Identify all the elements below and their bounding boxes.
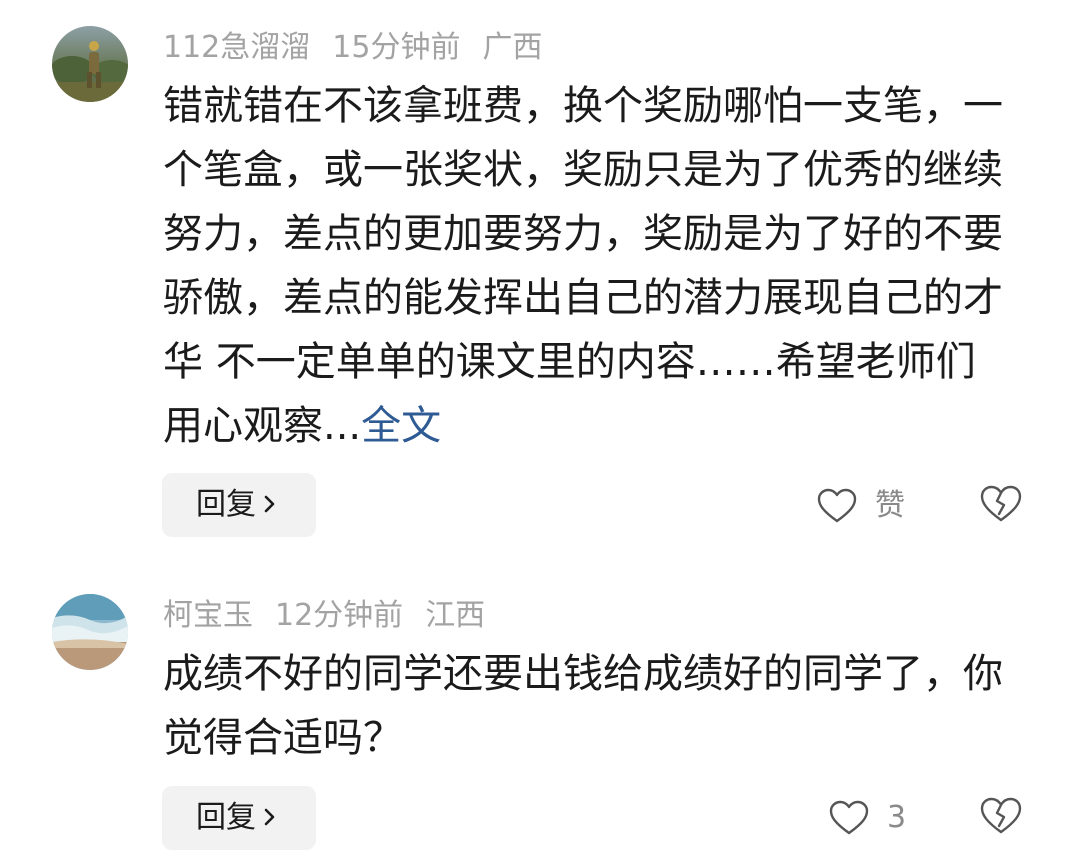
reply-label: 回复 bbox=[196, 800, 256, 835]
expand-full-text-link[interactable]: 全文 bbox=[361, 403, 441, 449]
comment-meta: 柯宝玉 12分钟前 江西 bbox=[163, 596, 507, 636]
broken-heart-icon bbox=[980, 485, 1022, 522]
comment-item: 柯宝玉 12分钟前 江西 成绩不好的同学还要出钱给成绩好的同学了，你觉得合适吗？ 回… bbox=[0, 570, 1080, 861]
avatar-image bbox=[52, 594, 128, 670]
like-button[interactable]: 3 bbox=[829, 796, 906, 840]
location: 广西 bbox=[482, 30, 543, 65]
comment-meta: 112急溜溜 15分钟前 广西 bbox=[163, 28, 564, 68]
reply-label: 回复 bbox=[196, 487, 256, 522]
reply-button[interactable]: 回复 bbox=[162, 786, 316, 850]
dislike-button[interactable] bbox=[979, 484, 1023, 528]
avatar-image bbox=[52, 26, 128, 102]
reply-button[interactable]: 回复 bbox=[162, 473, 316, 537]
location: 江西 bbox=[425, 598, 486, 633]
comment-item: 112急溜溜 15分钟前 广西 错就错在不该拿班费，换个奖励哪怕一支笔，一个笔盒，或… bbox=[0, 0, 1080, 560]
comment-body: 错就错在不该拿班费，换个奖励哪怕一支笔，一个笔盒，或一张奖状，奖励只是为了优秀的… bbox=[163, 83, 1003, 449]
heart-outline-icon bbox=[817, 488, 857, 523]
heart-outline-icon bbox=[829, 800, 869, 835]
like-button[interactable]: 赞 bbox=[817, 484, 905, 528]
timestamp: 12分钟前 bbox=[275, 598, 404, 633]
timestamp: 15分钟前 bbox=[332, 30, 461, 65]
username[interactable]: 柯宝玉 bbox=[163, 598, 253, 633]
chevron-right-icon bbox=[264, 495, 275, 512]
like-label: 赞 bbox=[875, 488, 905, 523]
avatar[interactable] bbox=[52, 26, 128, 102]
dislike-button[interactable] bbox=[979, 796, 1023, 840]
username[interactable]: 112急溜溜 bbox=[163, 30, 310, 65]
like-count: 3 bbox=[887, 800, 907, 835]
comment-text: 错就错在不该拿班费，换个奖励哪怕一支笔，一个笔盒，或一张奖状，奖励只是为了优秀的… bbox=[163, 74, 1013, 458]
broken-heart-icon bbox=[980, 797, 1022, 834]
avatar[interactable] bbox=[52, 594, 128, 670]
chevron-right-icon bbox=[264, 808, 275, 825]
comment-text: 成绩不好的同学还要出钱给成绩好的同学了，你觉得合适吗？ bbox=[163, 651, 1003, 761]
